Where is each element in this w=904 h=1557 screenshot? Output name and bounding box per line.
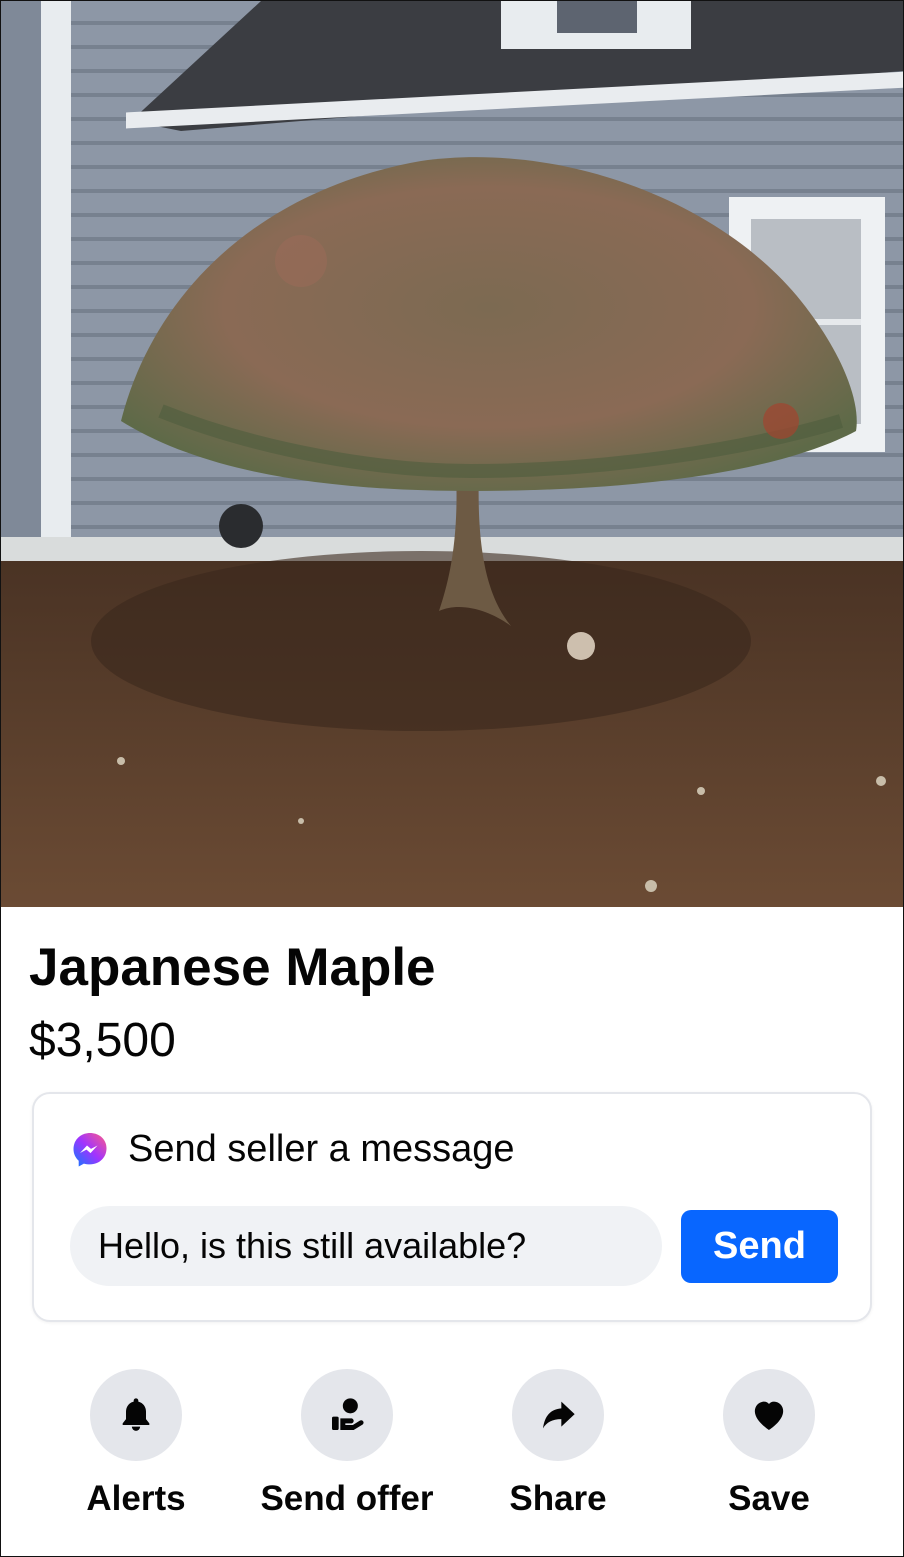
listing-photo[interactable] (1, 1, 903, 907)
message-header-label: Send seller a message (128, 1128, 515, 1170)
message-header: Send seller a message (70, 1128, 515, 1171)
alerts-button[interactable]: Alerts (36, 1369, 236, 1519)
heart-icon (754, 1401, 784, 1430)
share-label: Share (509, 1479, 607, 1518)
save-circle[interactable] (723, 1369, 815, 1461)
message-input[interactable]: Hello, is this still available? (70, 1206, 662, 1286)
alerts-circle[interactable] (90, 1369, 182, 1461)
action-bar: Alerts Send offer Share Save (1, 1369, 903, 1529)
share-circle[interactable] (512, 1369, 604, 1461)
message-seller-card: Send seller a message Hello, is this sti… (32, 1092, 872, 1322)
alerts-label: Alerts (86, 1479, 186, 1518)
send-offer-button[interactable]: Send offer (247, 1369, 447, 1519)
send-offer-label: Send offer (260, 1479, 434, 1518)
save-button[interactable]: Save (669, 1369, 869, 1519)
send-button[interactable]: Send (681, 1210, 838, 1283)
bell-icon (122, 1398, 150, 1431)
listing-page: Japanese Maple $3,500 Send seller a mess… (0, 0, 904, 1557)
listing-price: $3,500 (29, 1014, 176, 1067)
save-label: Save (728, 1479, 810, 1518)
share-arrow-icon (543, 1401, 575, 1429)
messenger-icon (73, 1132, 107, 1166)
listing-title: Japanese Maple (29, 938, 436, 997)
send-offer-circle[interactable] (301, 1369, 393, 1461)
offer-hand-icon (332, 1398, 364, 1430)
share-button[interactable]: Share (458, 1369, 658, 1519)
